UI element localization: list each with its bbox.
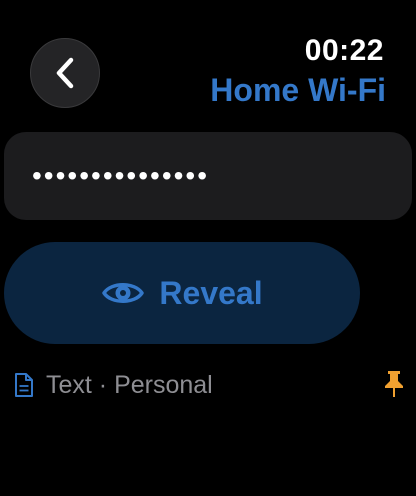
back-button[interactable]	[30, 38, 100, 108]
item-type-label: Text · Personal	[46, 370, 213, 399]
password-field[interactable]: •••••••••••••••	[4, 132, 412, 220]
eye-icon	[102, 283, 145, 303]
status-time: 00:22	[304, 34, 384, 67]
item-meta: Text · Personal	[14, 368, 404, 402]
document-icon	[15, 373, 33, 397]
pin-icon	[385, 371, 403, 397]
page-title: Home Wi-Fi	[210, 72, 386, 108]
masked-password: •••••••••••••••	[32, 160, 210, 191]
reveal-label: Reveal	[159, 274, 263, 311]
reveal-button[interactable]: Reveal	[4, 242, 360, 344]
chevron-left-icon	[56, 57, 74, 89]
